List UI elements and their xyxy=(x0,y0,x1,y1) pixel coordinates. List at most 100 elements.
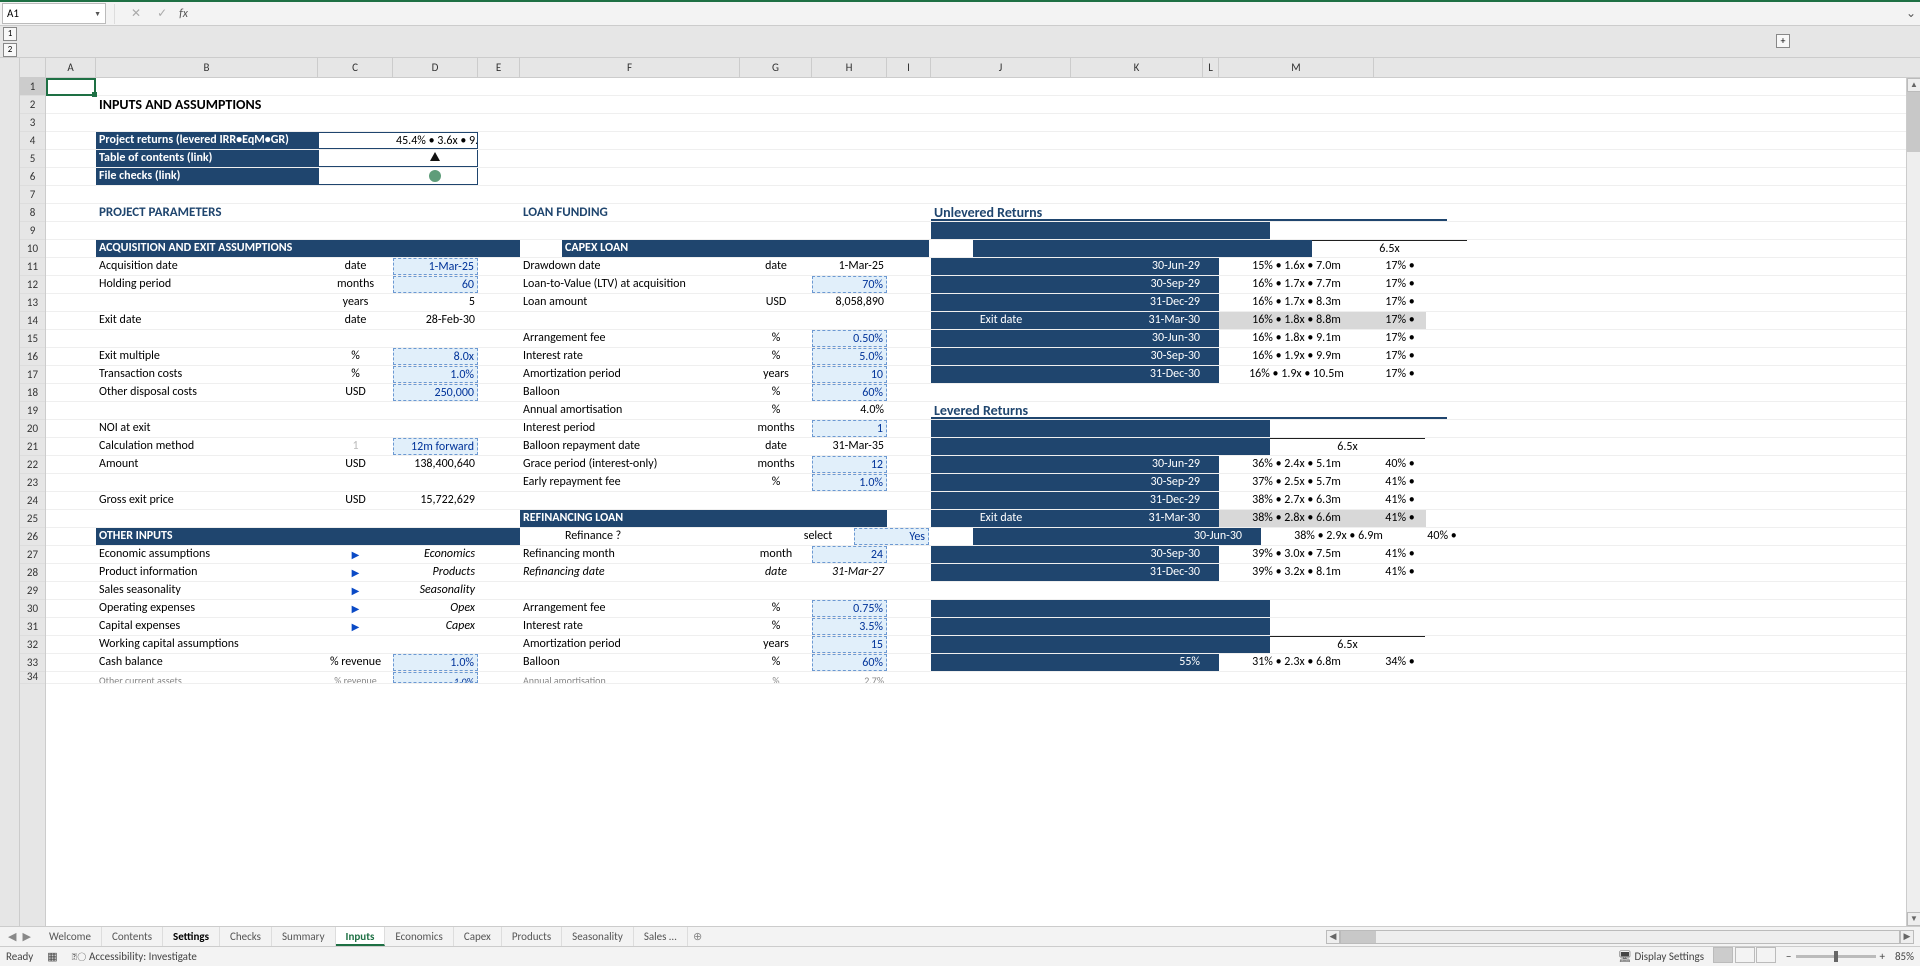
display-settings-button[interactable]: 🖥 Display Settings xyxy=(1618,950,1704,963)
row-header[interactable]: 1 xyxy=(20,78,45,96)
sheet-tab[interactable]: Settings xyxy=(163,927,220,946)
view-buttons[interactable] xyxy=(1714,947,1776,966)
sheet-tab[interactable]: Sales … xyxy=(634,927,688,946)
triangle-right-icon[interactable]: ▶ xyxy=(318,564,393,581)
sheet-tab[interactable]: Contents xyxy=(102,927,163,946)
sheet-tab[interactable]: Products xyxy=(502,927,562,946)
row-header[interactable]: 19 xyxy=(20,402,45,420)
input-cell[interactable]: 12m forward xyxy=(393,438,478,455)
input-cell[interactable]: 60% xyxy=(812,384,887,401)
row-header[interactable]: 4 xyxy=(20,132,45,150)
toc-link[interactable]: Table of contents (link) xyxy=(96,150,318,167)
column-headers[interactable]: A B C D E F G H I J K L M xyxy=(20,58,1920,78)
input-cell[interactable]: 70% xyxy=(812,276,887,293)
triangle-right-icon[interactable]: ▶ xyxy=(318,546,393,563)
zoom-slider[interactable]: − + xyxy=(1786,950,1885,963)
scroll-thumb[interactable] xyxy=(1907,92,1920,152)
input-cell[interactable]: 250,000 xyxy=(393,384,478,401)
row-headers[interactable]: 1 2 3 4 5 6 7 8 9 10 11 12 13 14 15 16 1… xyxy=(20,78,46,926)
accessibility-status[interactable]: ✕⃝ Accessibility: Investigate xyxy=(72,950,197,963)
sheet-tab[interactable]: Welcome xyxy=(39,927,102,946)
input-cell[interactable]: 24 xyxy=(812,546,887,563)
input-cell[interactable]: 60% xyxy=(812,654,887,671)
vertical-scrollbar[interactable]: ▲ ▼ xyxy=(1906,78,1920,926)
row-header[interactable]: 8 xyxy=(20,204,45,222)
input-cell[interactable]: 12 xyxy=(812,456,887,473)
row-header[interactable]: 10 xyxy=(20,240,45,258)
scroll-right-icon[interactable]: ▶ xyxy=(1900,930,1914,944)
fx-icon[interactable]: fx xyxy=(179,7,188,21)
col-header[interactable]: D xyxy=(393,58,478,77)
row-header[interactable]: 22 xyxy=(20,456,45,474)
input-cell[interactable]: 15 xyxy=(812,636,887,653)
input-cell[interactable]: 1 xyxy=(812,420,887,437)
normal-view-icon[interactable] xyxy=(1713,947,1733,963)
row-header[interactable]: 13 xyxy=(20,294,45,312)
row-header[interactable]: 6 xyxy=(20,168,45,186)
expand-formula-icon[interactable]: ⌄ xyxy=(1902,6,1920,21)
row-header[interactable]: 17 xyxy=(20,366,45,384)
input-cell[interactable]: 8.0x xyxy=(393,348,478,365)
row-header[interactable]: 3 xyxy=(20,114,45,132)
sheet-tab[interactable]: Capex xyxy=(454,927,502,946)
row-header[interactable]: 5 xyxy=(20,150,45,168)
triangle-right-icon[interactable]: ▶ xyxy=(318,600,393,617)
zoom-level[interactable]: 85% xyxy=(1895,950,1914,963)
checks-link[interactable]: File checks (link) xyxy=(96,168,318,185)
input-cell[interactable]: 1.0% xyxy=(812,474,887,491)
sheet-tab[interactable]: Seasonality xyxy=(562,927,634,946)
col-header[interactable]: E xyxy=(478,58,520,77)
col-header[interactable]: G xyxy=(740,58,812,77)
row-header[interactable]: 31 xyxy=(20,618,45,636)
input-cell[interactable]: 1.0% xyxy=(393,672,478,683)
row-header[interactable]: 25 xyxy=(20,510,45,528)
link[interactable]: Opex xyxy=(393,600,478,617)
row-header[interactable]: 14 xyxy=(20,312,45,330)
row-header[interactable]: 28 xyxy=(20,564,45,582)
col-header[interactable]: L xyxy=(1203,58,1219,77)
row-header[interactable]: 29 xyxy=(20,582,45,600)
link[interactable]: Products xyxy=(393,564,478,581)
col-header[interactable]: B xyxy=(96,58,318,77)
col-header[interactable]: F xyxy=(520,58,740,77)
new-sheet-button[interactable]: ⊕ xyxy=(688,930,708,943)
col-header[interactable]: C xyxy=(318,58,393,77)
confirm-icon[interactable]: ✓ xyxy=(157,6,167,21)
scroll-down-icon[interactable]: ▼ xyxy=(1907,912,1920,926)
scroll-up-icon[interactable]: ▲ xyxy=(1907,78,1920,92)
col-header[interactable]: A xyxy=(46,58,96,77)
row-header[interactable]: 18 xyxy=(20,384,45,402)
select-all-button[interactable] xyxy=(20,58,46,77)
zoom-out-icon[interactable]: − xyxy=(1786,950,1791,963)
zoom-in-icon[interactable]: + xyxy=(1880,950,1885,963)
input-cell[interactable]: 1.0% xyxy=(393,654,478,671)
page-layout-view-icon[interactable] xyxy=(1735,947,1755,963)
outline-expand-icon[interactable]: + xyxy=(1776,34,1790,48)
zoom-track[interactable] xyxy=(1796,955,1876,958)
horizontal-scrollbar[interactable]: ◀ ▶ xyxy=(708,930,1920,944)
name-box[interactable]: A1 ▼ xyxy=(2,3,106,24)
name-box-dropdown-icon[interactable]: ▼ xyxy=(94,9,101,18)
macro-icon[interactable]: ▦ xyxy=(47,950,57,963)
tab-nav-next-icon[interactable]: ▶ xyxy=(22,930,30,943)
col-header[interactable]: K xyxy=(1071,58,1203,77)
row-header[interactable]: 21 xyxy=(20,438,45,456)
input-cell[interactable]: 60 xyxy=(393,276,478,293)
input-cell[interactable]: 5.0% xyxy=(812,348,887,365)
link[interactable]: Capex xyxy=(393,618,478,635)
row-header[interactable]: 16 xyxy=(20,348,45,366)
link[interactable]: Economics xyxy=(393,546,478,563)
row-header[interactable]: 32 xyxy=(20,636,45,654)
row-header[interactable]: 30 xyxy=(20,600,45,618)
triangle-right-icon[interactable]: ▶ xyxy=(318,618,393,635)
input-cell[interactable]: 1-Mar-25 xyxy=(393,258,478,275)
row-header[interactable]: 15 xyxy=(20,330,45,348)
cell-grid[interactable]: INPUTS AND ASSUMPTIONS Project returns (… xyxy=(46,78,1920,926)
row-header[interactable]: 20 xyxy=(20,420,45,438)
col-header[interactable]: H xyxy=(812,58,887,77)
outline-level-2[interactable]: 2 xyxy=(3,43,17,57)
input-cell[interactable]: 1.0% xyxy=(393,366,478,383)
outline-level-1[interactable]: 1 xyxy=(3,27,17,41)
row-header[interactable]: 23 xyxy=(20,474,45,492)
formula-input[interactable] xyxy=(192,3,1902,24)
